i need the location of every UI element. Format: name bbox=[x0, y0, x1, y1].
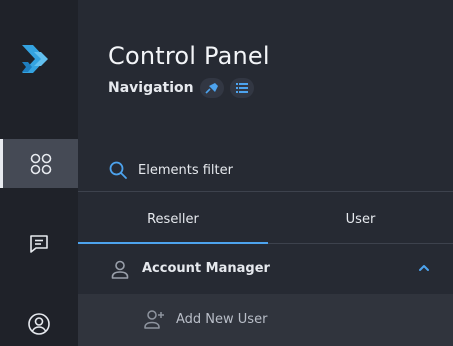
navigation-header: Navigation bbox=[108, 77, 254, 99]
add-user-icon bbox=[144, 310, 164, 329]
chat-icon bbox=[30, 234, 48, 253]
add-new-user-label: Add New User bbox=[176, 312, 268, 327]
menu-item-add-new-user[interactable]: Add New User bbox=[78, 294, 453, 346]
active-tab-indicator bbox=[78, 242, 268, 244]
chevron-up-icon[interactable] bbox=[418, 264, 430, 272]
search-icon bbox=[109, 161, 127, 179]
rail-item-dashboard[interactable] bbox=[0, 139, 78, 188]
list-view-button[interactable] bbox=[229, 78, 254, 98]
side-rail bbox=[0, 0, 78, 346]
main-panel: Control Panel Navigation Reseller User bbox=[78, 0, 453, 346]
logo-icon[interactable] bbox=[19, 40, 57, 78]
tab-reseller[interactable]: Reseller bbox=[78, 194, 268, 244]
page-title: Control Panel bbox=[108, 42, 270, 70]
user-circle-icon bbox=[28, 312, 50, 335]
user-icon bbox=[111, 260, 129, 279]
tab-user[interactable]: User bbox=[268, 194, 453, 244]
pin-icon bbox=[205, 83, 218, 94]
tab-bar: Reseller User bbox=[78, 194, 453, 244]
navigation-label: Navigation bbox=[108, 80, 194, 96]
grid-icon bbox=[30, 153, 51, 174]
list-icon bbox=[235, 83, 248, 93]
rail-item-messages[interactable] bbox=[0, 219, 78, 268]
search-input[interactable] bbox=[138, 159, 438, 181]
account-manager-menu[interactable]: Account Manager bbox=[78, 245, 453, 294]
rail-item-profile[interactable] bbox=[0, 299, 78, 346]
pin-toggle-button[interactable] bbox=[199, 78, 224, 98]
elements-filter bbox=[78, 150, 453, 192]
account-manager-label: Account Manager bbox=[142, 261, 270, 276]
